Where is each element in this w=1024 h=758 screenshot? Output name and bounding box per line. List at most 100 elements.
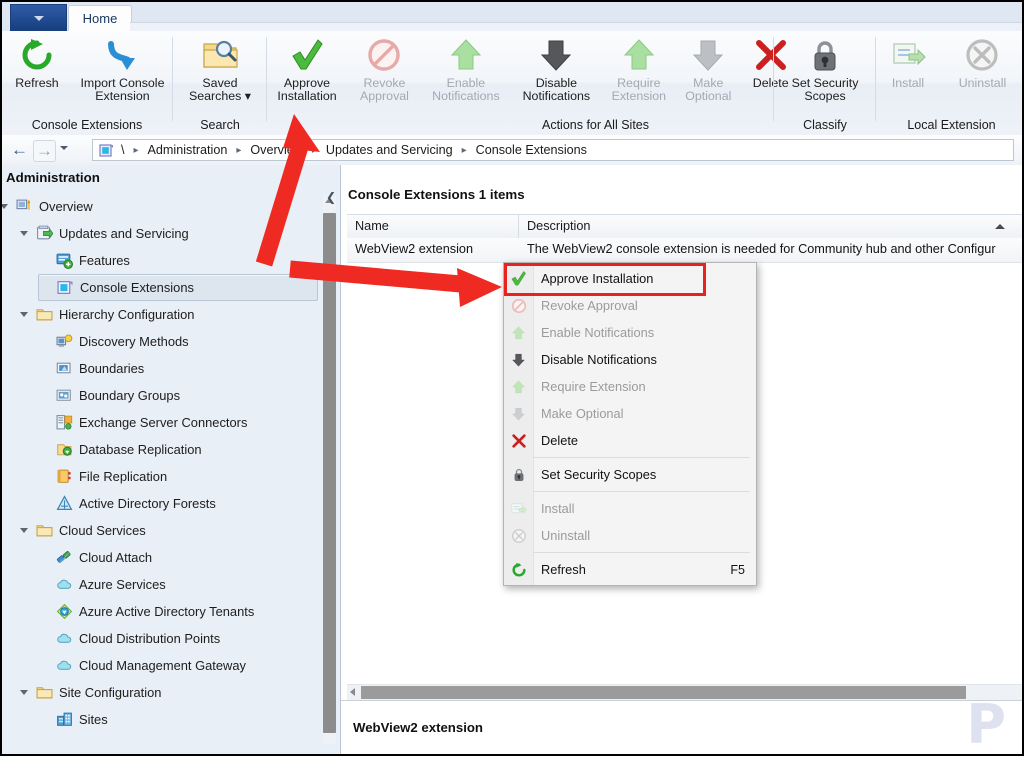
sidebar-item-azure-active-directory-tenants[interactable]: Azure Active Directory Tenants (2, 598, 340, 625)
context-menu-item-require-extension[interactable]: Require Extension (504, 373, 756, 400)
ribbon-label: Saved (202, 76, 238, 90)
context-menu-item-label: Set Security Scopes (541, 467, 657, 482)
context-menu-item-refresh[interactable]: Refresh F5 (504, 556, 756, 583)
scroll-left-arrow-icon[interactable] (350, 688, 355, 696)
breadcrumb-item-administration[interactable]: Administration (146, 143, 230, 157)
breadcrumb-separator-icon: ▸ (133, 144, 139, 156)
sidebar-item-label: Site Configuration (59, 685, 162, 700)
sidebar-item-cloud-services[interactable]: Cloud Services (2, 517, 340, 544)
sidebar-item-features[interactable]: Features (2, 247, 340, 274)
ribbon-group-console-extensions: Refresh Import Console Extension Console… (2, 31, 172, 135)
breadcrumb-separator-icon: ▸ (461, 144, 467, 156)
app-menu-caret-icon (33, 15, 44, 21)
sidebar-item-file-replication[interactable]: File Replication (2, 463, 340, 490)
ribbon-button-enable-notifications[interactable]: Enable Notifications (423, 33, 509, 104)
tab-home[interactable]: Home (68, 5, 132, 32)
context-menu-item-label: Uninstall (541, 528, 591, 543)
ribbon-group-label: Search (200, 118, 240, 132)
table-row[interactable]: WebView2 extension The WebView2 console … (347, 238, 1022, 263)
cell-name: WebView2 extension (355, 242, 474, 256)
green-up-arrow-icon (604, 33, 674, 77)
context-menu-item-set-security-scopes[interactable]: Set Security Scopes (504, 461, 756, 488)
ribbon-button-revoke-approval[interactable]: Revoke Approval (350, 33, 418, 104)
sidebar-item-cloud-attach[interactable]: Cloud Attach (2, 544, 340, 571)
column-header-description[interactable]: Description (519, 215, 1022, 238)
updates-servicing-icon (36, 225, 53, 242)
sidebar-item-hierarchy-configuration[interactable]: Hierarchy Configuration (2, 301, 340, 328)
tree-twisty-icon[interactable] (20, 690, 28, 695)
ribbon-label: Import Console (80, 76, 165, 90)
breadcrumb[interactable]: \ ▸ Administration ▸ Overview ▸ Updates … (92, 139, 1014, 161)
ribbon-button-refresh[interactable]: Refresh (6, 33, 68, 90)
sidebar-item-label: Azure Active Directory Tenants (79, 604, 255, 619)
collapse-pane-icon[interactable]: ❮ (326, 190, 336, 204)
context-menu-item-install[interactable]: Install (504, 495, 756, 522)
breadcrumb-item-console-extensions[interactable]: Console Extensions (474, 143, 589, 157)
install-icon (504, 495, 533, 522)
ribbon-button-set-security-scopes[interactable]: Set Security Scopes (775, 33, 875, 104)
horizontal-scrollbar-thumb[interactable] (361, 686, 966, 699)
exchange-connector-icon (56, 414, 73, 431)
forward-arrow-icon[interactable]: → (33, 140, 56, 162)
sidebar-item-discovery-methods[interactable]: Discovery Methods (2, 328, 340, 355)
ribbon-button-disable-notifications[interactable]: Disable Notifications (513, 33, 599, 104)
back-arrow-icon[interactable]: ← (9, 140, 30, 160)
tree-twisty-icon[interactable] (20, 231, 28, 236)
uninstall-x-circle-icon (943, 33, 1021, 77)
sidebar-item-site-configuration[interactable]: Site Configuration (2, 679, 340, 706)
tree-twisty-icon[interactable] (20, 528, 28, 533)
sidebar-item-cloud-distribution-points[interactable]: Cloud Distribution Points (2, 625, 340, 652)
horizontal-scrollbar[interactable] (347, 684, 1022, 700)
sidebar-item-console-extensions[interactable]: Console Extensions (38, 274, 318, 301)
ribbon-label-2: Extension (611, 89, 667, 104)
sidebar-item-sites[interactable]: Sites (2, 706, 340, 733)
sidebar-item-boundary-groups[interactable]: Boundary Groups (2, 382, 340, 409)
ribbon-group-separator (773, 37, 774, 121)
context-menu-item-uninstall[interactable]: Uninstall (504, 522, 756, 549)
tree-twisty-icon[interactable] (2, 204, 8, 209)
ribbon-tabstrip: Home (2, 2, 1022, 32)
sidebar-item-updates-and-servicing[interactable]: Updates and Servicing (2, 220, 340, 247)
sidebar-item-label: Cloud Distribution Points (79, 631, 221, 646)
sidebar-item-exchange-server-connectors[interactable]: Exchange Server Connectors (2, 409, 340, 436)
navigation-bar: ← → \ ▸ Administration ▸ Overview ▸ Upda… (2, 135, 1022, 166)
ribbon-label: Revoke (363, 76, 406, 90)
ribbon-button-install[interactable]: Install (877, 33, 939, 90)
sidebar-item-label: Cloud Attach (79, 550, 153, 565)
breadcrumb-item-root[interactable]: \ (119, 143, 127, 157)
column-header-name[interactable]: Name (347, 215, 519, 238)
sidebar-item-cloud-management-gateway[interactable]: Cloud Management Gateway (2, 652, 340, 679)
ribbon-button-make-optional[interactable]: Make Optional (678, 33, 738, 104)
ribbon-label: Require (617, 76, 661, 90)
sidebar-scrollbar[interactable] (323, 195, 336, 744)
context-menu-item-enable-notifications[interactable]: Enable Notifications (504, 319, 756, 346)
breadcrumb-item-overview[interactable]: Overview (248, 143, 304, 157)
sidebar-item-boundaries[interactable]: Boundaries (2, 355, 340, 382)
context-menu-item-revoke-approval[interactable]: Revoke Approval (504, 292, 756, 319)
context-menu-item-disable-notifications[interactable]: Disable Notifications (504, 346, 756, 373)
sidebar-title: Administration (6, 170, 100, 185)
sidebar-item-overview[interactable]: Overview (2, 193, 340, 220)
lock-icon (775, 33, 875, 77)
app-menu-button[interactable] (10, 4, 67, 31)
sidebar-scrollbar-thumb[interactable] (323, 213, 336, 733)
sidebar-item-active-directory-forests[interactable]: Active Directory Forests (2, 490, 340, 517)
context-menu-item-delete[interactable]: Delete (504, 427, 756, 454)
cloud-icon (56, 576, 73, 593)
green-up-arrow-icon (504, 319, 533, 346)
ribbon-label: Uninstall (958, 76, 1007, 90)
tree-twisty-icon[interactable] (20, 312, 28, 317)
ribbon-button-import-console-extension[interactable]: Import Console Extension (72, 33, 172, 104)
context-menu-item-make-optional[interactable]: Make Optional (504, 400, 756, 427)
sidebar-item-database-replication[interactable]: Database Replication (2, 436, 340, 463)
revoke-prohibited-icon (504, 292, 533, 319)
ribbon-button-require-extension[interactable]: Require Extension (604, 33, 674, 104)
ribbon-button-saved-searches[interactable]: Saved Searches ▾ (174, 33, 266, 104)
ribbon-button-approve-installation[interactable]: Approve Installation (268, 33, 346, 104)
app-window: Home Refresh Import Console Extension Co… (0, 0, 1024, 756)
ribbon-button-uninstall[interactable]: Uninstall (943, 33, 1021, 90)
ad-forests-icon (56, 495, 73, 512)
chevron-down-icon[interactable] (60, 146, 68, 150)
breadcrumb-item-updates-and-servicing[interactable]: Updates and Servicing (324, 143, 455, 157)
sidebar-item-azure-services[interactable]: Azure Services (2, 571, 340, 598)
